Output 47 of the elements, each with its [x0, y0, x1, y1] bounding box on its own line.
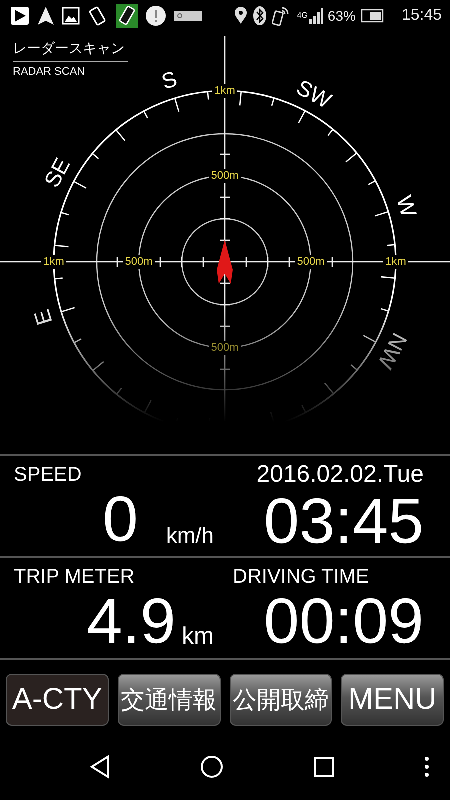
battery-icon [360, 9, 385, 23]
compass-direction: SW [292, 74, 336, 114]
network-type: 4G [297, 11, 308, 20]
date: 2016.02.02.Tue [256, 461, 424, 489]
compass-direction: NW [373, 329, 412, 374]
trip-meter-label: TRIP METER [14, 566, 135, 589]
compass-direction: W [392, 192, 422, 220]
compass-direction: SE [39, 154, 76, 192]
distance-unit: km [182, 623, 214, 651]
range-label: 500m [297, 256, 325, 268]
more-icon[interactable] [424, 756, 430, 778]
clock: 15:45 [402, 7, 442, 25]
speed-value: 0 [102, 487, 138, 551]
recent-apps-icon[interactable] [314, 757, 334, 777]
range-label: 1km [44, 256, 64, 268]
signal-icon [308, 8, 323, 24]
bluetooth-icon [253, 6, 268, 26]
play-store-icon [10, 6, 30, 26]
alert-icon [145, 5, 167, 27]
range-label: 1km [386, 256, 406, 268]
driving-time-label: DRIVING TIME [233, 566, 370, 589]
menu-button[interactable]: 公開取締 [230, 674, 332, 726]
image-icon [62, 7, 80, 25]
battery-percent: 63% [328, 8, 356, 24]
range-label: 500m [211, 170, 239, 182]
range-label: 1km [214, 85, 236, 97]
phone-app-icon [116, 4, 138, 28]
speed-unit: km/h [166, 523, 214, 549]
menu-button[interactable]: 交通情報 [118, 674, 220, 726]
navigation-arrow-icon [37, 6, 55, 26]
compass-direction: S [158, 66, 180, 94]
vehicle-arrow-icon [217, 240, 233, 284]
menu-button[interactable]: A-CTY [6, 674, 109, 726]
range-label: 500m [125, 256, 153, 268]
menu-button[interactable]: MENU [341, 674, 444, 726]
toggle-icon [174, 10, 202, 22]
compass-direction: E [29, 306, 58, 328]
current-time: 03:45 [264, 489, 424, 553]
trip-distance: 4.9 [87, 589, 176, 653]
radar-title: レーダースキャン [13, 40, 128, 62]
radar-subtitle: RADAR SCAN [13, 66, 86, 78]
driving-time: 00:09 [264, 589, 424, 653]
home-icon[interactable] [200, 755, 224, 779]
location-pin-icon [234, 7, 248, 25]
speed-label: SPEED [14, 464, 82, 487]
back-icon[interactable] [90, 755, 110, 779]
range-label: 500m [211, 342, 239, 354]
